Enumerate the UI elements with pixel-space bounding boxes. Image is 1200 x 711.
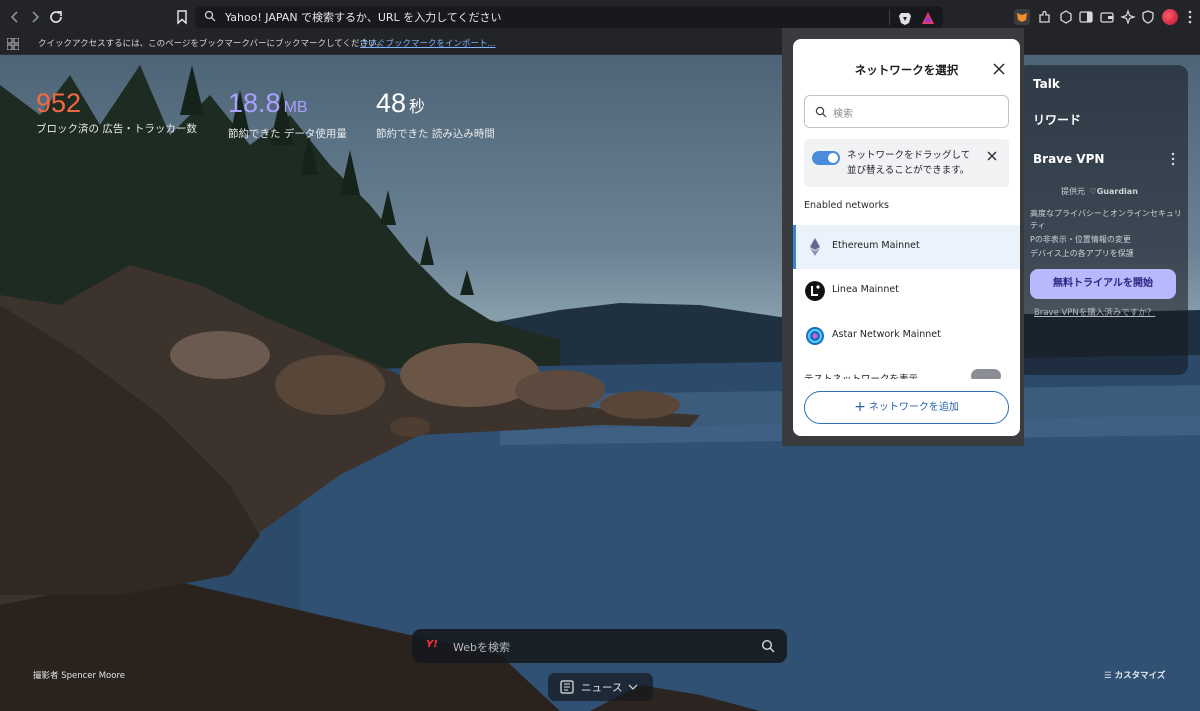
back-button[interactable] bbox=[5, 7, 25, 27]
enabled-networks-label: Enabled networks bbox=[804, 200, 889, 211]
drag-reorder-note: ネットワークをドラッグして 並び替えることができます。 bbox=[804, 139, 1009, 187]
linea-icon bbox=[805, 281, 825, 301]
bookmark-icon bbox=[177, 10, 187, 25]
sliders-icon: ☰ bbox=[1104, 671, 1112, 681]
provider-label: 提供元 ♡Guardian bbox=[1061, 187, 1138, 196]
stat-blocked: 952 ブロック済の 広告・トラッカー数 bbox=[36, 88, 197, 136]
note-text: ネットワークをドラッグして 並び替えることができます。 bbox=[847, 150, 971, 176]
apps-grid-icon[interactable] bbox=[7, 38, 19, 50]
vpn-feature-1: 高度なプライバシーとオンラインセキュリ bbox=[1030, 209, 1182, 218]
add-network-label: ネットワークを追加 bbox=[868, 402, 959, 413]
vpn-widget-title: Brave VPN bbox=[1033, 152, 1105, 166]
search-icon bbox=[815, 106, 827, 118]
plus-icon: + bbox=[854, 399, 866, 415]
start-trial-button[interactable]: 無料トライアルを開始 bbox=[1030, 269, 1176, 299]
add-network-button[interactable]: + ネットワークを追加 bbox=[804, 391, 1009, 424]
address-bar[interactable]: Yahoo! JAPAN で検索するか、URL を入力してください bbox=[195, 6, 943, 28]
reload-icon bbox=[50, 11, 62, 23]
search-icon[interactable] bbox=[761, 639, 775, 653]
brave-rewards-icon[interactable] bbox=[921, 11, 935, 25]
reload-button[interactable] bbox=[46, 7, 66, 27]
extensions-icon[interactable] bbox=[1036, 9, 1052, 25]
close-icon[interactable] bbox=[991, 61, 1007, 77]
photo-credit[interactable]: 撮影者 Spencer Moore bbox=[33, 669, 125, 681]
wallet-fox-icon[interactable] bbox=[1014, 9, 1030, 25]
wallet-icon[interactable] bbox=[1099, 9, 1115, 25]
bookmarks-message: クイックアクセスするには、このページをブックマークバーにブックマークしてください… bbox=[38, 39, 385, 49]
data-saved-label: 節約できた データ使用量 bbox=[228, 128, 347, 140]
vpn-feature-3: デバイス上の各アプリを保護 bbox=[1030, 249, 1134, 258]
yahoo-logo[interactable]: Y! bbox=[426, 639, 438, 650]
search-icon bbox=[204, 10, 216, 22]
leo-ai-icon[interactable] bbox=[1058, 9, 1074, 25]
menu-icon[interactable] bbox=[1182, 9, 1198, 25]
network-selector-popup: ネットワークを選択 検索 ネットワークをドラッグして 並び替えることができます。… bbox=[793, 39, 1020, 436]
customize-label: カスタマイズ bbox=[1114, 671, 1166, 681]
web-search-placeholder: Webを検索 bbox=[453, 641, 510, 654]
sparkle-icon[interactable] bbox=[1120, 9, 1136, 25]
network-name: Ethereum Mainnet bbox=[832, 240, 920, 251]
bookmark-button[interactable] bbox=[172, 7, 192, 27]
brave-shields-icon[interactable] bbox=[898, 11, 912, 25]
stat-time-saved: 48 秒 節約できた 読み込み時間 bbox=[376, 88, 495, 141]
astar-icon bbox=[806, 327, 824, 345]
rewards-widget-title[interactable]: リワード bbox=[1033, 111, 1081, 128]
forward-button[interactable] bbox=[25, 7, 45, 27]
divider bbox=[889, 9, 890, 25]
import-bookmarks-link[interactable]: 今すぐブックマークをインポート... bbox=[360, 37, 496, 49]
talk-widget-title[interactable]: Talk bbox=[1033, 77, 1060, 91]
vpn-shield-icon[interactable] bbox=[1140, 9, 1156, 25]
web-search-box[interactable]: Y! Webを検索 bbox=[412, 629, 787, 663]
dismiss-note-icon[interactable] bbox=[986, 150, 998, 162]
toggle-illustration-icon bbox=[812, 151, 840, 165]
chevron-down-icon bbox=[628, 684, 638, 690]
customize-button[interactable]: ☰ カスタマイズ bbox=[1104, 669, 1165, 681]
address-placeholder: Yahoo! JAPAN で検索するか、URL を入力してください bbox=[225, 11, 502, 24]
network-row-astar[interactable]: Astar Network Mainnet bbox=[793, 314, 1020, 358]
network-row-ethereum[interactable]: Ethereum Mainnet bbox=[793, 225, 1020, 269]
network-search-input[interactable]: 検索 bbox=[804, 95, 1009, 128]
data-saved-value: 18.8 bbox=[228, 88, 281, 118]
chevron-left-icon bbox=[10, 11, 18, 23]
news-icon bbox=[560, 680, 574, 694]
network-name: Linea Mainnet bbox=[832, 284, 899, 295]
news-button[interactable]: ニュース bbox=[548, 673, 653, 701]
chevron-right-icon bbox=[32, 11, 40, 23]
time-saved-label: 節約できた 読み込み時間 bbox=[376, 128, 495, 140]
search-placeholder: 検索 bbox=[833, 109, 853, 120]
blocked-count: 952 bbox=[36, 88, 82, 118]
ethereum-icon bbox=[810, 238, 820, 256]
blocked-label: ブロック済の 広告・トラッカー数 bbox=[36, 123, 197, 135]
time-saved-value: 48 bbox=[376, 88, 407, 118]
network-row-linea[interactable]: Linea Mainnet bbox=[793, 269, 1020, 313]
profile-avatar[interactable] bbox=[1162, 9, 1178, 25]
vpn-feature-2: Pの非表示・位置情報の変更 bbox=[1030, 235, 1131, 244]
provider-name: Guardian bbox=[1096, 187, 1138, 196]
popup-title: ネットワークを選択 bbox=[854, 63, 959, 77]
data-saved-unit: MB bbox=[283, 99, 308, 116]
network-name: Astar Network Mainnet bbox=[832, 329, 941, 340]
news-label: ニュース bbox=[581, 682, 623, 694]
time-saved-unit: 秒 bbox=[409, 99, 426, 116]
vpn-purchased-link[interactable]: Brave VPNを購入済みですか？ bbox=[1034, 306, 1155, 318]
sidebar-toggle-icon[interactable] bbox=[1078, 9, 1094, 25]
vpn-feature-1-cont: ティ bbox=[1030, 221, 1046, 230]
stat-data-saved: 18.8 MB 節約できた データ使用量 bbox=[228, 88, 347, 141]
more-options-icon[interactable] bbox=[1168, 152, 1178, 166]
